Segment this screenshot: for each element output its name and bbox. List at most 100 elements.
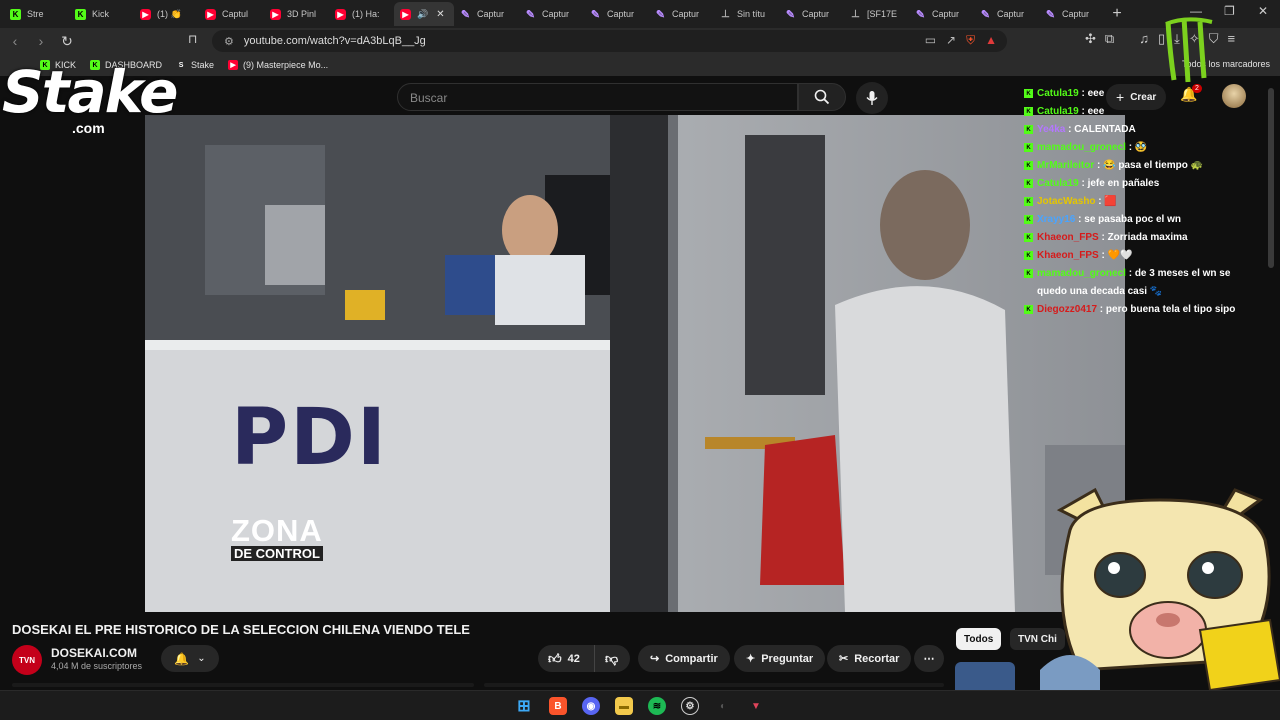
bookmark-label: Stake [191, 60, 215, 70]
kick-badge-icon: K [1024, 215, 1033, 224]
bookmark-label: (9) Masterpiece Mo... [243, 60, 329, 70]
kick-badge-icon: K [1024, 233, 1033, 242]
browser-toolbar: ‹ › ↻ ⊓ ⚙ youtube.com/watch?v=dA3bLqB__J… [0, 28, 1280, 54]
chat-username: JotacWasho [1037, 196, 1096, 207]
chat-message-body: Catula19 : eee [1037, 85, 1252, 103]
browser-tab[interactable]: ▶ 🔊 ✕ [394, 2, 454, 26]
browser-tab[interactable]: K Kick [69, 2, 134, 26]
video-player[interactable]: PDI ZONA DE CONTROL [145, 115, 1125, 612]
audio-playing-icon[interactable]: 🔊 [417, 9, 428, 20]
browser-tab[interactable]: ✎ Captur [909, 2, 974, 26]
snipping-tool-icon: ✎ [785, 8, 796, 21]
more-actions-button[interactable]: ⋯ [914, 645, 944, 672]
kick-badge-icon: K [1024, 305, 1033, 314]
sparkle-icon: ✦ [746, 653, 756, 665]
browser-tab[interactable]: ▶ Captul [199, 2, 264, 26]
chip-all[interactable]: Todos [956, 628, 1002, 650]
valorant-icon[interactable]: ▼ [747, 697, 765, 715]
ask-button[interactable]: ✦ Preguntar [734, 645, 826, 672]
youtube-icon: ▶ [270, 8, 281, 20]
app-icon[interactable]: ◐ [714, 697, 732, 715]
extensions-icon[interactable]: ✣ [1085, 31, 1096, 47]
search-icon [814, 89, 830, 105]
browser-tab[interactable]: K Stre [4, 2, 69, 26]
browser-tab[interactable]: ✎ Captur [584, 2, 649, 26]
channel-avatar[interactable]: TVN [12, 645, 42, 675]
dislike-button[interactable]: 👎︎ [594, 645, 630, 672]
browser-tab[interactable]: ✎ Captur [454, 2, 519, 26]
chat-message-body: Khaeon_FPS : Zorriada maxima [1037, 229, 1252, 247]
browser-tab[interactable]: ⊥ [SF17E [844, 2, 909, 26]
chat-text: Zorriada maxima [1107, 232, 1188, 243]
browser-tab[interactable]: ⊥ Sin títu [714, 2, 779, 26]
bookmark-item[interactable]: S Stake [176, 60, 214, 70]
bookmark-item[interactable]: ▶ (9) Masterpiece Mo... [228, 60, 328, 70]
reload-icon[interactable]: ↻ [56, 33, 78, 50]
browser-tab[interactable]: ✎ Captur [649, 2, 714, 26]
youtube-icon: ▶ [140, 8, 151, 20]
chat-message-body: mamadou_gronecl : 🥸 [1037, 139, 1252, 157]
address-bar[interactable]: ⚙ youtube.com/watch?v=dA3bLqB__Jg ▭ ↗ ⛨ … [212, 30, 1007, 52]
restore-icon[interactable]: ❐ [1224, 4, 1235, 18]
cast-icon[interactable]: ▭ [925, 33, 936, 48]
file-explorer-icon[interactable]: ▬ [615, 697, 633, 715]
menu-icon[interactable]: ≡ [1228, 31, 1236, 47]
caption-line-1: ZONA [231, 513, 323, 548]
pdi-sign-text: PDI [231, 393, 388, 483]
site-settings-icon[interactable]: ⚙ [224, 35, 234, 48]
browser-tab[interactable]: ✎ Captur [974, 2, 1039, 26]
brave-browser-icon[interactable]: B [549, 697, 567, 715]
chat-separator: : [1097, 304, 1106, 315]
chat-separator: : [1098, 250, 1108, 261]
browser-tab[interactable]: ▶ (1) 👏 [134, 2, 199, 26]
page-scrollbar[interactable] [1268, 88, 1274, 268]
browser-tab[interactable]: ▶ (1) Ha: [329, 2, 394, 26]
cat-avatar-overlay [1040, 487, 1280, 690]
tab-label: Captur [607, 9, 635, 19]
screenshot-icon[interactable]: ⧉ [1105, 31, 1114, 47]
recommended-thumbnail[interactable] [955, 662, 1015, 690]
browser-tab[interactable]: ✎ Captur [779, 2, 844, 26]
steam-icon[interactable]: ⚙ [681, 697, 699, 715]
brave-rewards-icon[interactable]: ▲ [985, 33, 997, 48]
like-button[interactable]: 👍︎ 42 [538, 645, 594, 672]
chat-message-body: Diegozz0417 : pero buena tela el tipo si… [1037, 301, 1252, 319]
chat-separator: : [1098, 232, 1108, 243]
close-tab-icon[interactable]: ✕ [436, 9, 444, 20]
share-page-icon[interactable]: ↗ [946, 33, 956, 48]
channel-name[interactable]: DOSEKAI.COM [51, 646, 137, 660]
tab-label: Captur [802, 9, 830, 19]
subscriber-count: 4,04 M de suscriptores [51, 661, 143, 671]
spotify-icon[interactable]: ≋ [648, 697, 666, 715]
video-caption: ZONA DE CONTROL [231, 515, 323, 562]
chat-username: Khaeon_FPS [1037, 250, 1099, 261]
clip-button[interactable]: ✂ Recortar [827, 645, 912, 672]
voice-search-button[interactable] [856, 82, 888, 114]
share-button[interactable]: ↪ Compartir [638, 645, 730, 672]
tab-label: Sin títu [737, 9, 766, 19]
chat-separator: : [1065, 124, 1075, 135]
snipping-tool-icon: ✎ [915, 8, 926, 21]
bookmark-icon[interactable]: ⊓ [188, 32, 197, 46]
back-icon[interactable]: ‹ [4, 33, 26, 49]
share-icon: ↪ [650, 653, 660, 665]
chat-text: eee [1087, 106, 1105, 117]
search-button[interactable] [798, 83, 846, 111]
browser-tab[interactable]: ✎ Captur [1039, 2, 1104, 26]
new-tab-icon[interactable]: + [1104, 5, 1130, 23]
close-window-icon[interactable]: ✕ [1258, 4, 1268, 18]
subscription-notifications-button[interactable]: 🔔 ⌄ [161, 645, 219, 672]
windows-start-icon[interactable]: ⊞ [515, 697, 533, 715]
chat-message: Kmamadou_gronecl : 🥸 [1022, 139, 1252, 157]
media-icon[interactable]: ♫ [1139, 31, 1149, 47]
brave-shield-icon[interactable]: ⛨ [966, 33, 975, 48]
forward-icon[interactable]: › [30, 33, 52, 49]
search-input[interactable]: Buscar [397, 83, 798, 111]
browser-tab[interactable]: ▶ 3D Pinl [264, 2, 329, 26]
thumbs-up-icon: 👍︎ [548, 650, 562, 666]
discord-icon[interactable]: ◉ [582, 697, 600, 715]
chat-username: Catula19 [1037, 88, 1079, 99]
chevron-down-icon: ⌄ [197, 653, 206, 664]
kick-badge-icon: K [1024, 179, 1033, 188]
browser-tab[interactable]: ✎ Captur [519, 2, 584, 26]
